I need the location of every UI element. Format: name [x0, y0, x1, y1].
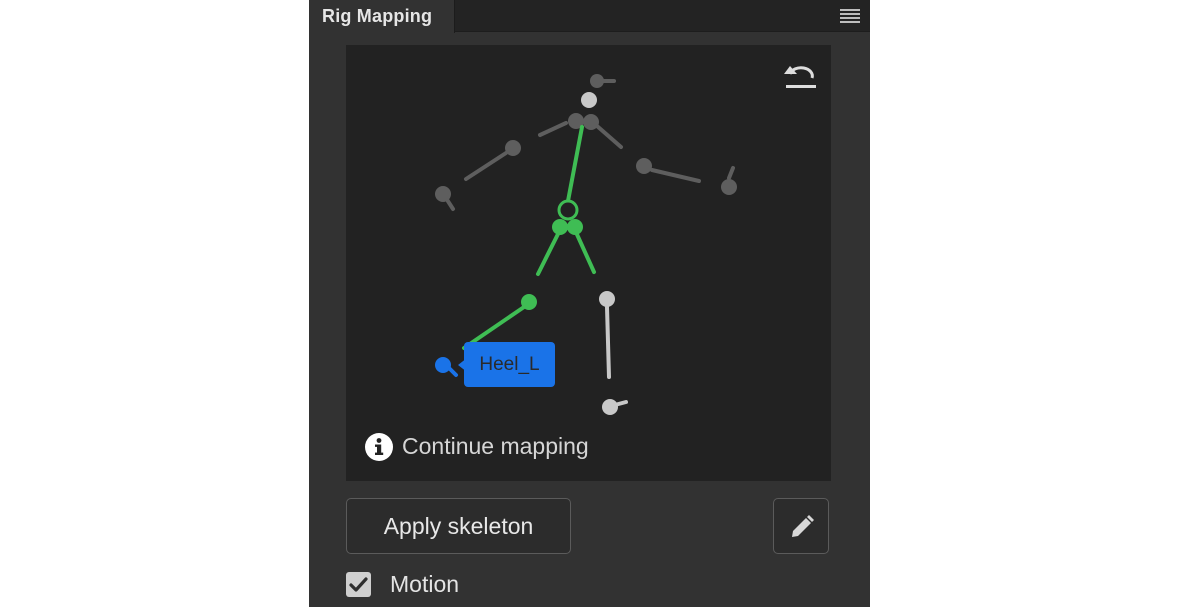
- bone-right-hand: [727, 166, 735, 180]
- joint-heel-left-selected: [435, 357, 451, 373]
- joint-heel-right: [602, 399, 618, 415]
- joint-pelvis: [557, 199, 579, 221]
- bone-hip-left: [536, 228, 562, 276]
- joint-shoulder-right: [583, 114, 599, 130]
- hint-text: Continue mapping: [402, 433, 589, 459]
- bone-left-forearm: [464, 151, 508, 181]
- pencil-icon: [792, 515, 814, 537]
- apply-skeleton-button[interactable]: Apply skeleton: [346, 498, 571, 554]
- joint-hand-left: [435, 186, 451, 202]
- bone-spine: [566, 125, 584, 203]
- hamburger-menu-icon[interactable]: [840, 9, 860, 23]
- motion-checkbox[interactable]: [346, 572, 371, 597]
- bone-hip-right: [573, 228, 596, 274]
- edit-button[interactable]: [773, 498, 829, 554]
- joint-elbow-left: [505, 140, 521, 156]
- checkmark-icon: [349, 577, 368, 592]
- skeleton-viewport[interactable]: Heel_L Continue mapping: [346, 45, 831, 481]
- tab-rig-mapping[interactable]: Rig Mapping: [309, 0, 455, 33]
- undo-icon[interactable]: [784, 61, 818, 91]
- bone-left-upper-arm: [538, 121, 568, 137]
- joint-neck: [581, 92, 597, 108]
- selected-joint-tooltip: Heel_L: [464, 342, 555, 387]
- joint-hand-right: [721, 179, 737, 195]
- joint-elbow-right: [636, 158, 652, 174]
- skeleton-diagram[interactable]: [346, 45, 831, 481]
- motion-label: Motion: [390, 571, 460, 597]
- rig-mapping-panel: Rig Mapping Heel_L Continue mapping Appl…: [309, 0, 870, 607]
- panel-tab-bar: Rig Mapping: [309, 0, 870, 33]
- joint-knee-right: [599, 291, 615, 307]
- joint-knee-left: [521, 294, 537, 310]
- joint-head-top: [590, 74, 604, 88]
- joint-hip-right: [567, 219, 583, 235]
- bone-right-upper-arm: [595, 124, 623, 149]
- joint-hip-left: [552, 219, 568, 235]
- tab-label: Rig Mapping: [322, 6, 433, 26]
- bone-right-forearm: [650, 168, 701, 183]
- bone-right-shin: [605, 305, 611, 379]
- info-icon: [365, 433, 393, 461]
